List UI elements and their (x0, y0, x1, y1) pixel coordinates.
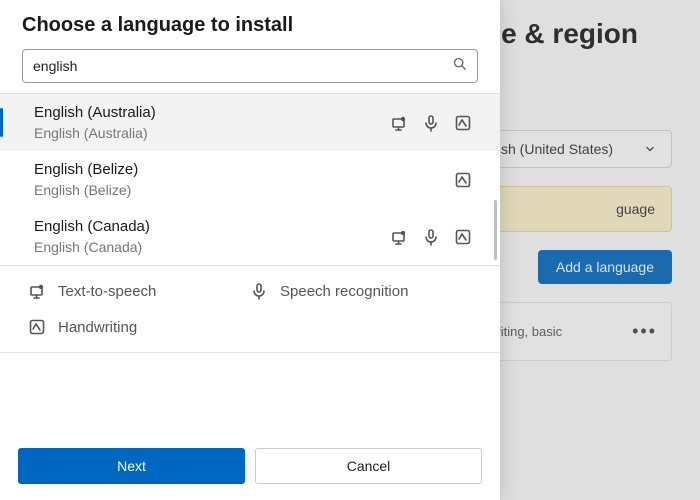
language-name: English (Australia) (34, 104, 156, 121)
tts-icon (390, 114, 408, 132)
language-name: English (Canada) (34, 218, 150, 235)
legend-speech: Speech recognition (250, 282, 472, 300)
legend-tts-label: Text-to-speech (58, 283, 156, 300)
feature-legend: Text-to-speech Speech recognition Handwr… (0, 266, 500, 353)
language-row[interactable]: English (Belize) English (Belize) (0, 151, 500, 208)
language-native: English (Belize) (34, 182, 138, 198)
handwriting-icon (28, 318, 46, 336)
handwriting-icon (454, 114, 472, 132)
language-results-list: English (Australia)English (Australia)En… (0, 93, 500, 266)
language-native: English (Canada) (34, 239, 150, 255)
install-language-dialog: Choose a language to install English (Au… (0, 0, 500, 500)
legend-tts: Text-to-speech (28, 282, 250, 300)
search-field[interactable] (33, 58, 452, 74)
dialog-title: Choose a language to install (0, 0, 500, 49)
language-row[interactable]: English (Australia) English (Australia) (0, 94, 500, 151)
language-row[interactable]: English (Canada) English (Canada) (0, 208, 500, 265)
handwriting-icon (454, 171, 472, 189)
mic-icon (422, 228, 440, 246)
feature-icons (390, 228, 472, 246)
language-search-input[interactable] (22, 49, 478, 83)
next-button[interactable]: Next (18, 448, 245, 484)
legend-speech-label: Speech recognition (280, 283, 408, 300)
handwriting-icon (454, 228, 472, 246)
legend-hand-label: Handwriting (58, 319, 137, 336)
dialog-footer: Next Cancel (0, 436, 500, 500)
search-icon (452, 56, 467, 76)
legend-handwriting: Handwriting (28, 318, 250, 336)
language-name: English (Belize) (34, 161, 138, 178)
mic-icon (250, 282, 268, 300)
feature-icons (454, 171, 472, 189)
tts-icon (28, 282, 46, 300)
feature-icons (390, 114, 472, 132)
language-native: English (Australia) (34, 125, 156, 141)
tts-icon (390, 228, 408, 246)
mic-icon (422, 114, 440, 132)
cancel-button[interactable]: Cancel (255, 448, 482, 484)
